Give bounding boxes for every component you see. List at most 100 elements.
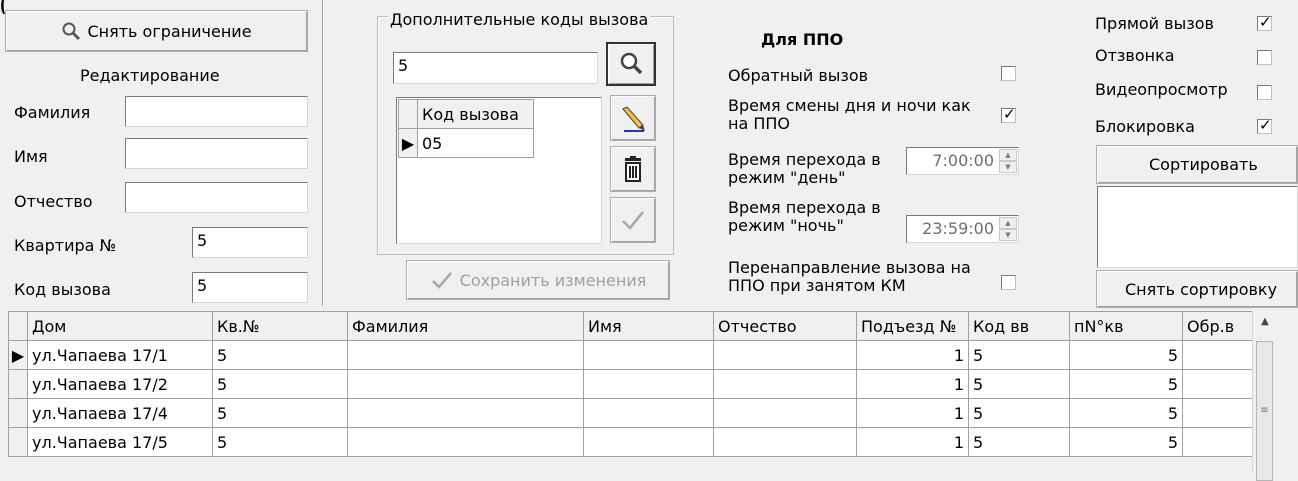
video-view-checkbox[interactable]: ✓ bbox=[1257, 85, 1272, 100]
apartments-grid[interactable]: Дом Кв.№ Фамилия Имя Отчество Подъезд № … bbox=[8, 311, 1253, 457]
spin-down-icon[interactable]: ▼ bbox=[999, 161, 1017, 173]
grid-cell[interactable] bbox=[583, 398, 714, 428]
code-cell[interactable]: 05 bbox=[417, 128, 534, 158]
column-header-callback[interactable]: Обр.в bbox=[1182, 311, 1253, 341]
edit-code-button[interactable] bbox=[610, 95, 656, 141]
grid-header-indicator bbox=[8, 311, 28, 341]
redirect-checkbox[interactable]: ✓ bbox=[1001, 275, 1016, 290]
grid-cell[interactable]: 5 bbox=[1069, 398, 1183, 428]
grid-cell[interactable]: 5 bbox=[968, 369, 1070, 399]
grid-cell[interactable]: ул.Чапаева 17/1 bbox=[27, 340, 213, 370]
spin-down-icon[interactable]: ▼ bbox=[999, 229, 1017, 241]
daynight-label: Время смены дня и ночи как на ППО bbox=[728, 96, 971, 133]
spin-up-icon[interactable]: ▲ bbox=[999, 149, 1017, 161]
confirm-code-button[interactable] bbox=[610, 197, 656, 243]
grid-cell[interactable] bbox=[1182, 340, 1253, 370]
grid-cell[interactable] bbox=[1182, 369, 1253, 399]
scroll-up-icon[interactable]: ▲ bbox=[1253, 316, 1277, 327]
row-indicator bbox=[8, 427, 28, 457]
night-time-spinner[interactable]: 23:59:00 ▲ ▼ bbox=[906, 215, 1019, 243]
codes-column-header[interactable]: Код вызова bbox=[417, 99, 534, 129]
grid-cell[interactable]: 5 bbox=[212, 340, 348, 370]
grid-cell[interactable]: 5 bbox=[1069, 340, 1183, 370]
delete-code-button[interactable] bbox=[610, 146, 656, 192]
grid-cell[interactable]: ул.Чапаева 17/2 bbox=[27, 369, 213, 399]
code-input[interactable]: 5 bbox=[393, 52, 598, 84]
grid-cell[interactable]: 1 bbox=[856, 427, 969, 457]
unsort-label: Снять сортировку bbox=[1125, 279, 1278, 299]
call-code-field[interactable]: 5 bbox=[192, 272, 308, 303]
table-row[interactable]: ул.Чапаева 17/2 5 1 5 5 bbox=[8, 369, 1253, 399]
table-row[interactable]: ул.Чапаева 17/4 5 1 5 5 bbox=[8, 398, 1253, 428]
grid-cell[interactable] bbox=[347, 427, 584, 457]
call-code-label: Код вызова bbox=[14, 280, 111, 299]
grid-cell[interactable]: 5 bbox=[212, 427, 348, 457]
grid-cell[interactable]: 5 bbox=[212, 369, 348, 399]
direct-call-checkbox[interactable]: ✓ bbox=[1257, 15, 1272, 31]
grid-cell[interactable] bbox=[583, 369, 714, 399]
grid-cell[interactable]: 1 bbox=[856, 340, 969, 370]
trash-icon bbox=[622, 156, 644, 182]
grid-cell[interactable] bbox=[1182, 398, 1253, 428]
column-header-patronymic[interactable]: Отчество bbox=[713, 311, 857, 341]
grid-cell[interactable] bbox=[713, 340, 857, 370]
grid-cell[interactable] bbox=[713, 398, 857, 428]
pencil-icon bbox=[618, 103, 648, 133]
search-icon bbox=[61, 21, 81, 41]
grid-cell[interactable]: 5 bbox=[968, 398, 1070, 428]
column-header-apartment[interactable]: Кв.№ bbox=[212, 311, 348, 341]
surname-field[interactable] bbox=[125, 96, 308, 127]
name-label: Имя bbox=[14, 147, 48, 166]
apartment-field[interactable]: 5 bbox=[192, 227, 308, 258]
table-row[interactable]: ул.Чапаева 17/5 5 1 5 5 bbox=[8, 427, 1253, 457]
sort-button[interactable]: Сортировать bbox=[1096, 145, 1298, 184]
grid-cell[interactable]: 5 bbox=[1069, 427, 1183, 457]
column-header-house[interactable]: Дом bbox=[27, 311, 213, 341]
day-time-spinner[interactable]: 7:00:00 ▲ ▼ bbox=[906, 147, 1019, 175]
patronymic-field[interactable] bbox=[125, 182, 308, 213]
save-changes-label: Сохранить изменения bbox=[459, 270, 647, 290]
grid-cell[interactable] bbox=[583, 427, 714, 457]
edit-heading: Редактирование bbox=[80, 66, 220, 85]
grid-cell[interactable] bbox=[713, 369, 857, 399]
unsort-button[interactable]: Снять сортировку bbox=[1096, 270, 1298, 308]
checkmark-icon bbox=[430, 270, 454, 290]
codes-grid[interactable]: Код вызова ▶ 05 bbox=[398, 99, 534, 158]
grid-cell[interactable]: 1 bbox=[856, 369, 969, 399]
grid-cell[interactable]: ул.Чапаева 17/5 bbox=[27, 427, 213, 457]
table-row[interactable]: ▶ 05 bbox=[398, 128, 534, 158]
grid-cell[interactable]: 1 bbox=[856, 398, 969, 428]
callback-ring-checkbox[interactable]: ✓ bbox=[1257, 50, 1272, 65]
grid-cell[interactable] bbox=[347, 398, 584, 428]
save-changes-button[interactable]: Сохранить изменения bbox=[406, 260, 670, 300]
grid-cell[interactable] bbox=[1182, 427, 1253, 457]
spin-up-icon[interactable]: ▲ bbox=[999, 217, 1017, 229]
remove-limit-button[interactable]: Снять ограничение bbox=[5, 10, 308, 52]
daynight-checkbox[interactable]: ✓ bbox=[1001, 107, 1016, 123]
grid-scrollbar[interactable]: ▲ ≡ bbox=[1252, 311, 1277, 481]
grid-cell[interactable] bbox=[713, 427, 857, 457]
name-field[interactable] bbox=[125, 138, 308, 169]
checkmark-icon bbox=[620, 209, 646, 231]
scroll-thumb[interactable]: ≡ bbox=[1256, 341, 1273, 481]
grid-cell[interactable]: 5 bbox=[212, 398, 348, 428]
table-row[interactable]: ▶ ул.Чапаева 17/1 5 1 5 5 bbox=[8, 340, 1253, 370]
grid-cell[interactable] bbox=[347, 340, 584, 370]
column-header-surname[interactable]: Фамилия bbox=[347, 311, 584, 341]
grid-cell[interactable]: ул.Чапаева 17/4 bbox=[27, 398, 213, 428]
grid-cell[interactable] bbox=[347, 369, 584, 399]
column-header-apartment-seq[interactable]: пN°кв bbox=[1069, 311, 1183, 341]
search-code-button[interactable] bbox=[606, 42, 656, 86]
sort-list[interactable] bbox=[1097, 186, 1298, 268]
grid-cell[interactable]: 5 bbox=[968, 340, 1070, 370]
column-header-name[interactable]: Имя bbox=[583, 311, 714, 341]
grid-cell[interactable]: 5 bbox=[1069, 369, 1183, 399]
grid-cell[interactable]: 5 bbox=[968, 427, 1070, 457]
video-view-label: Видеопросмотр bbox=[1095, 80, 1228, 99]
grid-cell[interactable] bbox=[583, 340, 714, 370]
column-header-entrance[interactable]: Подъезд № bbox=[856, 311, 969, 341]
callback-checkbox[interactable]: ✓ bbox=[1001, 66, 1016, 81]
column-header-call-code[interactable]: Код вв bbox=[968, 311, 1070, 341]
blocking-checkbox[interactable]: ✓ bbox=[1257, 118, 1272, 134]
callback-ring-label: Отзвонка bbox=[1095, 46, 1175, 65]
